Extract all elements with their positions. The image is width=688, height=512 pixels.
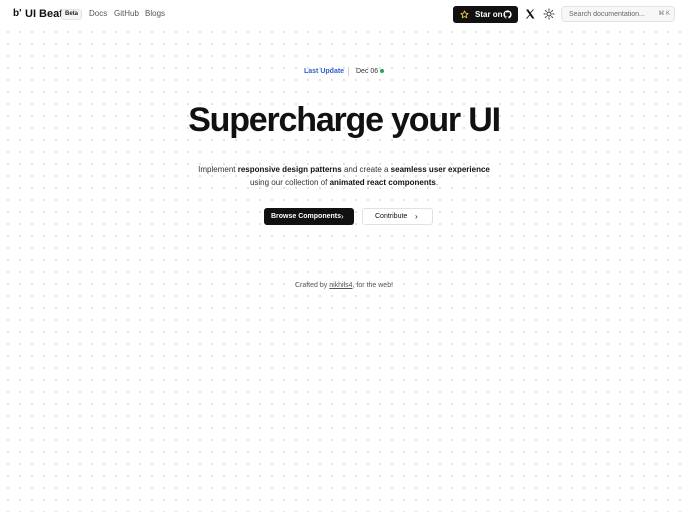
nav-link-github[interactable]: GitHub [114,9,139,19]
last-update-row: Last Update Dec 06 [0,66,688,78]
search-placeholder: Search documentation... [569,11,645,18]
chevron-right-icon: › [341,212,344,221]
desc-text-2: and create a [341,165,391,174]
author-link[interactable]: nikhils4 [329,282,352,289]
last-update-date: Dec 06 [356,68,379,75]
star-icon [460,10,469,19]
desc-text-3: using our collection of [249,178,330,187]
github-icon [503,10,512,19]
last-update-label[interactable]: Last Update [304,67,344,76]
chevron-right-icon: › [415,212,418,221]
status-dot [380,69,384,73]
page-title: Supercharge your UI [188,101,501,139]
browse-components-button[interactable]: Browse Components › [264,208,354,225]
hero-description: Implement responsive design patterns and… [194,163,494,189]
footer-credit: Crafted by nikhils4, for the web! [0,281,688,290]
logo-mark[interactable]: b' [13,9,22,19]
top-navigation-bar: b' UI Beats Beta Docs GitHub Blogs Star … [0,0,688,28]
desc-bold-2: seamless user experience [390,165,490,174]
star-button-label: Star on [475,10,503,19]
desc-text-4: . [435,178,439,187]
desc-text-1: Implement [198,165,238,174]
update-divider [348,67,349,76]
x-logo-icon[interactable] [524,8,536,20]
contribute-button[interactable]: Contribute › [362,208,433,225]
footer-suffix: , for the web! [352,282,394,289]
search-shortcut: ⌘ K [658,11,670,17]
contribute-label: Contribute [375,213,408,220]
search-input[interactable]: Search documentation... ⌘ K [561,6,675,22]
desc-bold-3: animated react components [329,178,436,187]
star-on-github-button[interactable]: Star on [453,6,518,23]
nav-link-blogs[interactable]: Blogs [145,9,165,19]
footer-prefix: Crafted by [294,282,330,289]
beta-badge: Beta [61,9,83,20]
sun-icon[interactable] [543,8,555,20]
browse-components-label: Browse Components [271,213,342,220]
desc-bold-1: responsive design patterns [237,165,342,174]
nav-link-docs[interactable]: Docs [89,9,107,19]
